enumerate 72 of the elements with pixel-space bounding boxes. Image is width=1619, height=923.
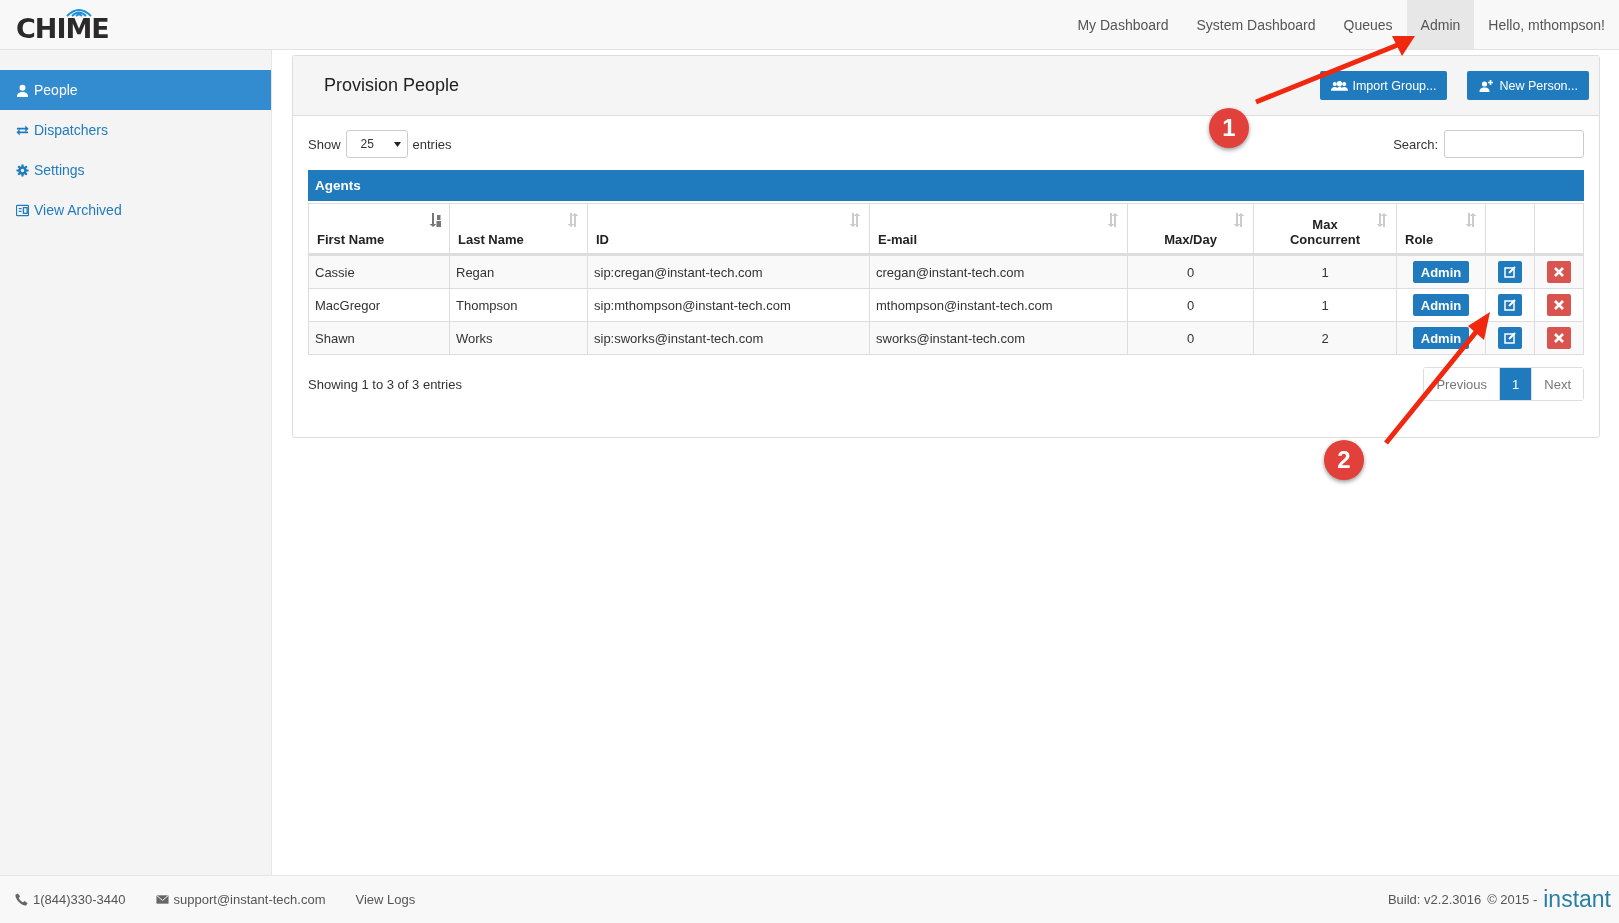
table-cell: mthompson@instant-tech.com	[869, 288, 1128, 322]
nav-link[interactable]: Admin	[1406, 0, 1475, 49]
phone-icon	[15, 893, 28, 906]
delete-button[interactable]	[1547, 261, 1571, 283]
table-cell: 1	[1253, 254, 1397, 289]
entries-label: entries	[412, 136, 452, 152]
table-cell: sworks@instant-tech.com	[869, 321, 1128, 355]
table-cell: cregan@instant-tech.com	[869, 254, 1128, 289]
nav-link[interactable]: My Dashboard	[1063, 0, 1183, 49]
table-cell: 0	[1127, 254, 1254, 289]
nav-link[interactable]: Hello, mthompson!	[1474, 0, 1619, 49]
build-version: Build: v2.2.3016	[1387, 892, 1482, 907]
nav-link[interactable]: Queues	[1329, 0, 1407, 49]
role-button[interactable]: Admin	[1412, 327, 1470, 349]
copyright: © 2015 -	[1487, 892, 1538, 907]
sidebar-item[interactable]: Dispatchers	[0, 110, 271, 150]
edit-button[interactable]	[1498, 327, 1522, 349]
edit-button[interactable]	[1498, 261, 1522, 283]
logo[interactable]: CHIME	[16, 15, 109, 42]
table-info: Showing 1 to 3 of 3 entries	[308, 376, 462, 392]
nav-link[interactable]: System Dashboard	[1182, 0, 1330, 49]
role-button[interactable]: Admin	[1412, 261, 1470, 283]
person-plus-icon	[1478, 79, 1496, 92]
archive-icon	[16, 203, 29, 217]
settings-icon	[16, 163, 29, 177]
phone-number: 1(844)330-3440	[33, 892, 126, 907]
action-button[interactable]: New Person...	[1467, 71, 1589, 100]
page-button[interactable]: 1	[1499, 368, 1532, 400]
caret-icon	[393, 141, 401, 147]
table-cell: 0	[1127, 288, 1254, 322]
edit-button[interactable]	[1498, 294, 1522, 316]
table-cell: Regan	[449, 254, 588, 289]
edit-icon	[1504, 299, 1516, 311]
swap-arrows-icon	[16, 123, 29, 137]
table-cell: Shawn	[308, 321, 450, 355]
table-cell: sip:cregan@instant-tech.com	[587, 254, 870, 289]
table-cell: MacGregor	[308, 288, 450, 322]
edit-icon	[1504, 266, 1516, 278]
person-icon	[16, 83, 29, 97]
action-button[interactable]: Import Group...	[1320, 71, 1448, 100]
sidebar-item[interactable]: Settings	[0, 150, 271, 190]
close-icon	[1553, 332, 1565, 344]
envelope-icon	[155, 893, 169, 906]
table-cell: Works	[449, 321, 588, 355]
table-cell: 1	[1253, 288, 1397, 322]
table-caption: Agents	[308, 170, 1584, 201]
view-logs-link[interactable]: View Logs	[355, 892, 416, 907]
page-button[interactable]: Next	[1531, 368, 1583, 400]
close-icon	[1553, 299, 1565, 311]
delete-button[interactable]	[1547, 327, 1571, 349]
sort-icon[interactable]	[429, 213, 441, 227]
support-email-link[interactable]: support@instant-tech.com	[173, 892, 326, 907]
close-icon	[1553, 266, 1565, 278]
table-cell: sip:sworks@instant-tech.com	[587, 321, 870, 355]
entries-select[interactable]: 25	[345, 130, 408, 158]
table-cell: sip:mthompson@instant-tech.com	[587, 288, 870, 322]
brand-logo: instant	[1543, 888, 1611, 911]
panel-title: Provision People	[324, 75, 460, 96]
sidebar-item[interactable]: View Archived	[0, 190, 271, 230]
table-cell: Thompson	[449, 288, 588, 322]
edit-icon	[1504, 332, 1516, 344]
search-field[interactable]	[1444, 130, 1584, 158]
role-button[interactable]: Admin	[1412, 294, 1470, 316]
search-label: Search:	[1393, 136, 1438, 152]
table-cell: 2	[1253, 321, 1397, 355]
step-marker: 2	[1324, 440, 1364, 480]
delete-button[interactable]	[1547, 294, 1571, 316]
group-icon	[1331, 79, 1349, 92]
sidebar-item[interactable]: People	[0, 70, 271, 110]
show-label: Show	[308, 136, 341, 152]
table-cell: 0	[1127, 321, 1254, 355]
table-cell: Cassie	[308, 254, 450, 289]
